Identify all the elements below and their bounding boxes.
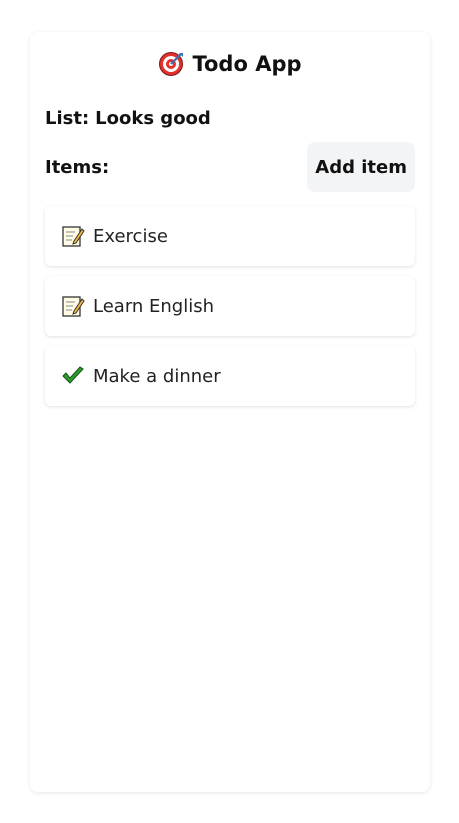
list-name-value: Looks good — [95, 107, 211, 129]
todo-item[interactable]: Make a dinner — [45, 346, 415, 406]
items-header-row: Items: Add item — [45, 142, 415, 192]
list-name: List: Looks good — [45, 100, 415, 136]
target-icon — [158, 51, 184, 77]
add-item-button[interactable]: Add item — [307, 142, 415, 192]
todo-label: Learn English — [93, 295, 215, 317]
app-header: Todo App — [45, 32, 415, 96]
todo-item[interactable]: Exercise — [45, 206, 415, 266]
items-label: Items: — [45, 156, 110, 178]
todo-list: Exercise Learn English Make a dinner — [45, 206, 415, 406]
todo-app-card: Todo App List: Looks good Items: Add ite… — [30, 32, 430, 792]
todo-label: Make a dinner — [93, 365, 221, 387]
memo-icon — [61, 224, 85, 248]
memo-icon — [61, 294, 85, 318]
check-mark-icon — [61, 364, 85, 388]
list-prefix: List: — [45, 107, 90, 129]
todo-label: Exercise — [93, 225, 168, 247]
app-title: Todo App — [192, 52, 302, 76]
todo-item[interactable]: Learn English — [45, 276, 415, 336]
